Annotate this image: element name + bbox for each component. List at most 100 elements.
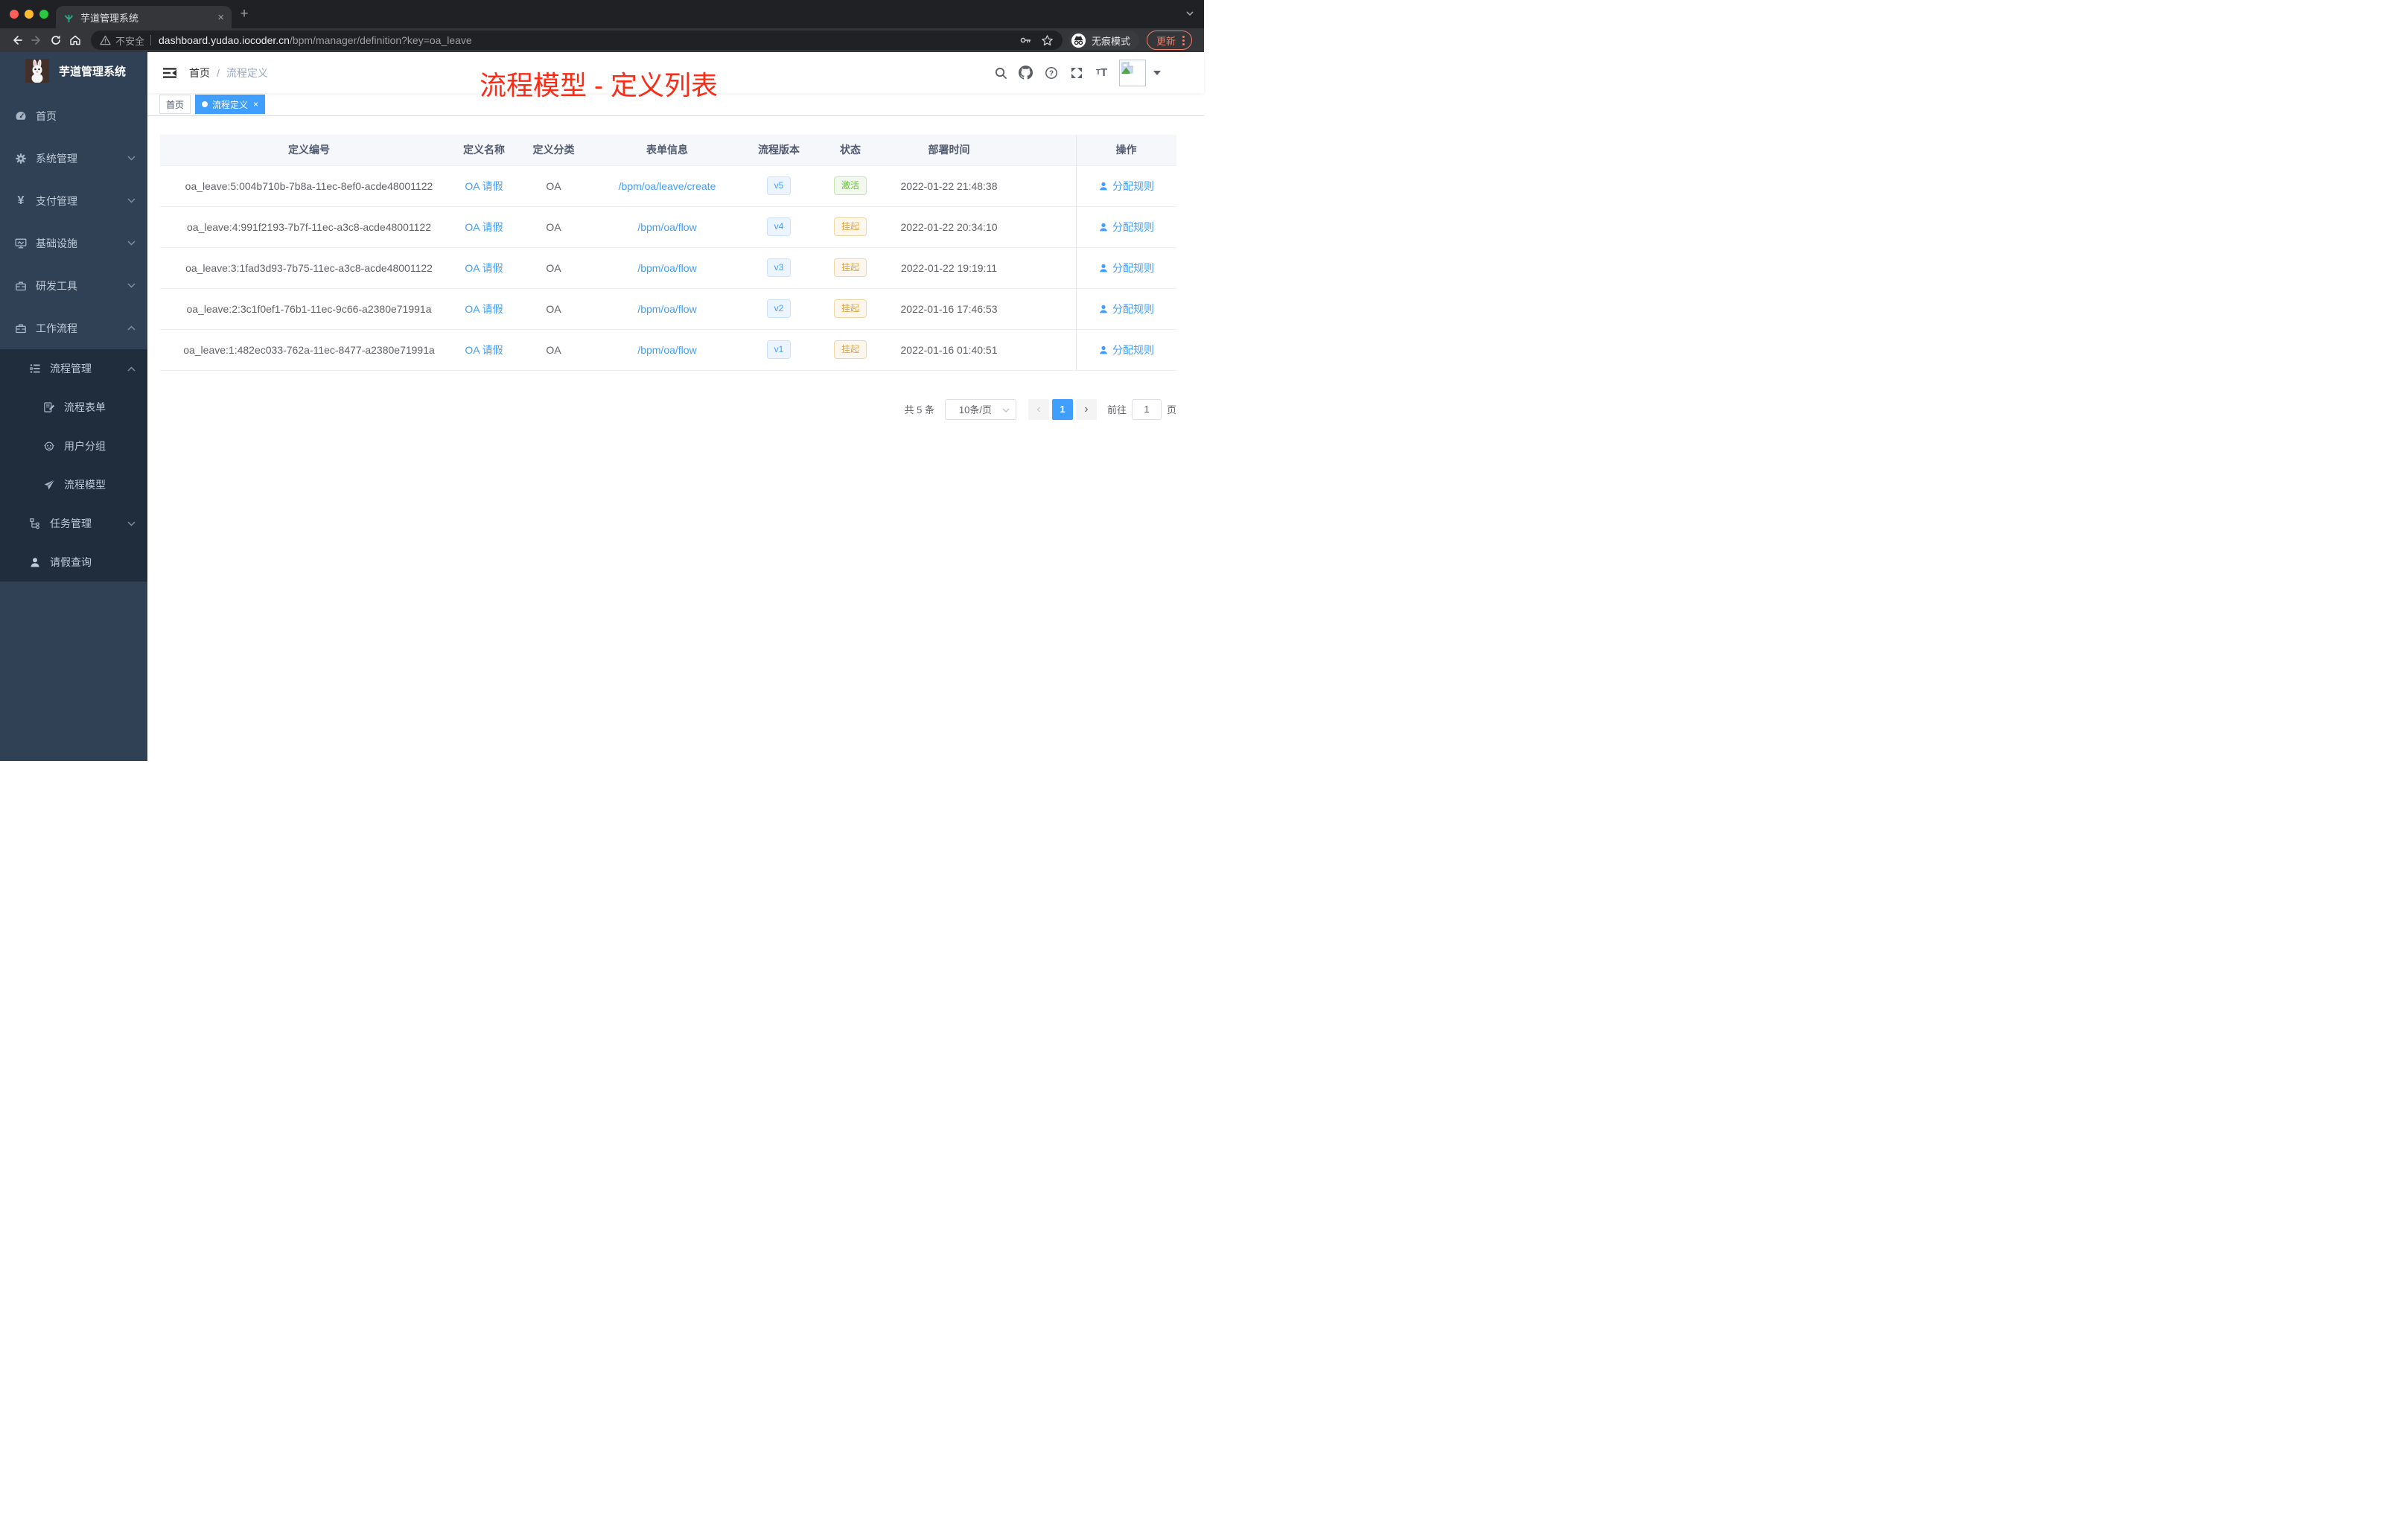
assign-rule-link[interactable]: 分配规则 [1098,343,1154,357]
chevron-down-icon [127,156,136,161]
cell-id: oa_leave:5:004b710b-7b8a-11ec-8ef0-acde4… [160,165,458,207]
back-button[interactable] [7,31,27,50]
url-text[interactable]: dashboard.yudao.iocoder.cn/bpm/manager/d… [159,34,1010,46]
address-bar[interactable]: 不安全 dashboard.yudao.iocoder.cn/bpm/manag… [91,31,1063,50]
cell-time: 2022-01-22 21:48:38 [880,165,1018,207]
sidebar-item-label: 系统管理 [36,152,77,165]
chevron-down-icon [127,521,136,526]
form-link[interactable]: /bpm/oa/flow [637,221,696,233]
goto-page-input[interactable] [1131,398,1162,420]
search-icon[interactable] [993,66,1007,80]
zoom-window-button[interactable] [39,10,48,19]
update-button[interactable]: 更新 [1146,31,1192,50]
incognito-icon [1071,33,1086,48]
form-link[interactable]: /bpm/oa/flow [637,262,696,274]
sidebar-item-payment[interactable]: ¥ 支付管理 [0,179,147,222]
col-header-id: 定义编号 [160,135,458,166]
tab-title: 芋道管理系统 [80,12,139,24]
tag-label: 首页 [166,99,185,110]
version-badge[interactable]: v1 [766,340,791,359]
fullscreen-icon[interactable] [1069,66,1083,80]
browser-tab[interactable]: 芋道管理系统 × [56,6,232,28]
tab-close-icon[interactable]: × [217,12,224,23]
form-link[interactable]: /bpm/oa/leave/create [619,180,716,192]
form-link[interactable]: /bpm/oa/flow [637,303,696,315]
chevron-down-icon [127,241,136,246]
sidebar-item-user-group[interactable]: 用户分组 [0,427,147,465]
user-icon [1100,182,1107,190]
tab-search-chevron-icon[interactable] [1186,11,1194,16]
assign-rule-link[interactable]: 分配规则 [1098,302,1154,316]
reload-button[interactable] [46,31,66,50]
avatar-caret-icon[interactable] [1153,70,1161,75]
status-badge: 挂起 [833,217,867,236]
browser-menu-icon[interactable] [1182,35,1185,45]
security-warning-icon[interactable] [100,35,111,45]
definition-name-link[interactable]: OA 请假 [465,344,503,356]
current-page-button[interactable]: 1 [1051,398,1073,420]
minimize-window-button[interactable] [25,10,34,19]
logo-avatar [25,59,49,83]
col-header-time: 部署时间 [880,135,1018,166]
sidebar-item-devtools[interactable]: 研发工具 [0,264,147,307]
hamburger-icon[interactable] [162,66,177,80]
goto-label: 前往 [1106,404,1127,415]
sidebar-item-system[interactable]: 系统管理 [0,137,147,179]
definition-name-link[interactable]: OA 请假 [465,303,503,315]
security-label[interactable]: 不安全 [115,34,144,48]
status-badge: 挂起 [833,299,867,318]
definition-name-link[interactable]: OA 请假 [465,221,503,233]
goto-unit: 页 [1166,404,1176,415]
password-key-icon[interactable] [1019,34,1032,47]
avatar[interactable] [1119,59,1146,86]
sidebar-item-workflow[interactable]: 工作流程 [0,307,147,349]
table-row: oa_leave:1:482ec033-762a-11ec-8477-a2380… [160,329,1176,371]
prev-page-button[interactable]: ‹ [1028,398,1049,420]
col-header-version: 流程版本 [737,135,821,166]
window-controls[interactable] [10,10,48,19]
definition-name-link[interactable]: OA 请假 [465,180,503,192]
definition-name-link[interactable]: OA 请假 [465,262,503,274]
forward-button[interactable] [27,31,46,50]
sidebar-item-home[interactable]: 首页 [0,95,147,137]
assign-rule-link[interactable]: 分配规则 [1098,179,1154,194]
version-badge[interactable]: v2 [766,299,791,318]
sidebar-item-process-manage[interactable]: 流程管理 [0,349,147,388]
page-size-select[interactable]: 10条/页 [944,398,1016,420]
home-button[interactable] [66,31,85,50]
assign-rule-link[interactable]: 分配规则 [1098,261,1154,276]
sidebar-logo[interactable]: 芋道管理系统 [0,52,147,89]
active-dot-icon [202,101,208,107]
assign-rule-link[interactable]: 分配规则 [1098,220,1154,235]
sidebar-item-leave-query[interactable]: 请假查询 [0,543,147,582]
github-icon[interactable] [1019,66,1033,80]
incognito-badge: 无痕模式 [1068,31,1139,50]
sidebar-submenu: 流程管理 流程表单 用户分组 流程模型 任务管理 请假查询 [0,349,147,582]
sidebar: 芋道管理系统 首页 系统管理 ¥ 支付管理 基础设施 研发工具 工作流程 流程管… [0,52,147,761]
form-link[interactable]: /bpm/oa/flow [637,344,696,356]
sidebar-item-task-manage[interactable]: 任务管理 [0,504,147,543]
tag-process-definition[interactable]: 流程定义 × [195,95,266,114]
definition-table: 定义编号 定义名称 定义分类 表单信息 流程版本 状态 部署时间 操作 oa_l… [160,135,1176,371]
sidebar-item-label: 基础设施 [36,237,77,249]
version-badge[interactable]: v3 [766,258,791,277]
tag-close-icon[interactable]: × [253,99,258,109]
close-window-button[interactable] [10,10,19,19]
breadcrumb-home[interactable]: 首页 [189,66,210,80]
tag-home[interactable]: 首页 [159,95,191,114]
new-tab-button[interactable]: + [237,6,252,22]
sidebar-item-process-form[interactable]: 流程表单 [0,388,147,427]
update-label: 更新 [1156,35,1176,47]
version-badge[interactable]: v4 [766,217,791,236]
sidebar-item-label: 请假查询 [50,556,92,568]
version-badge[interactable]: v5 [766,176,791,195]
bookmark-star-icon[interactable] [1041,34,1054,47]
tree-list-icon [30,364,40,373]
next-page-button[interactable]: › [1075,398,1097,420]
text-size-icon[interactable]: TT [1095,66,1109,80]
sidebar-item-infra[interactable]: 基础设施 [0,222,147,264]
sidebar-item-process-model[interactable]: 流程模型 [0,465,147,504]
help-icon[interactable]: ? [1044,66,1058,80]
gear-icon [16,153,26,164]
browser-toolbar: 不安全 dashboard.yudao.iocoder.cn/bpm/manag… [0,28,1204,52]
